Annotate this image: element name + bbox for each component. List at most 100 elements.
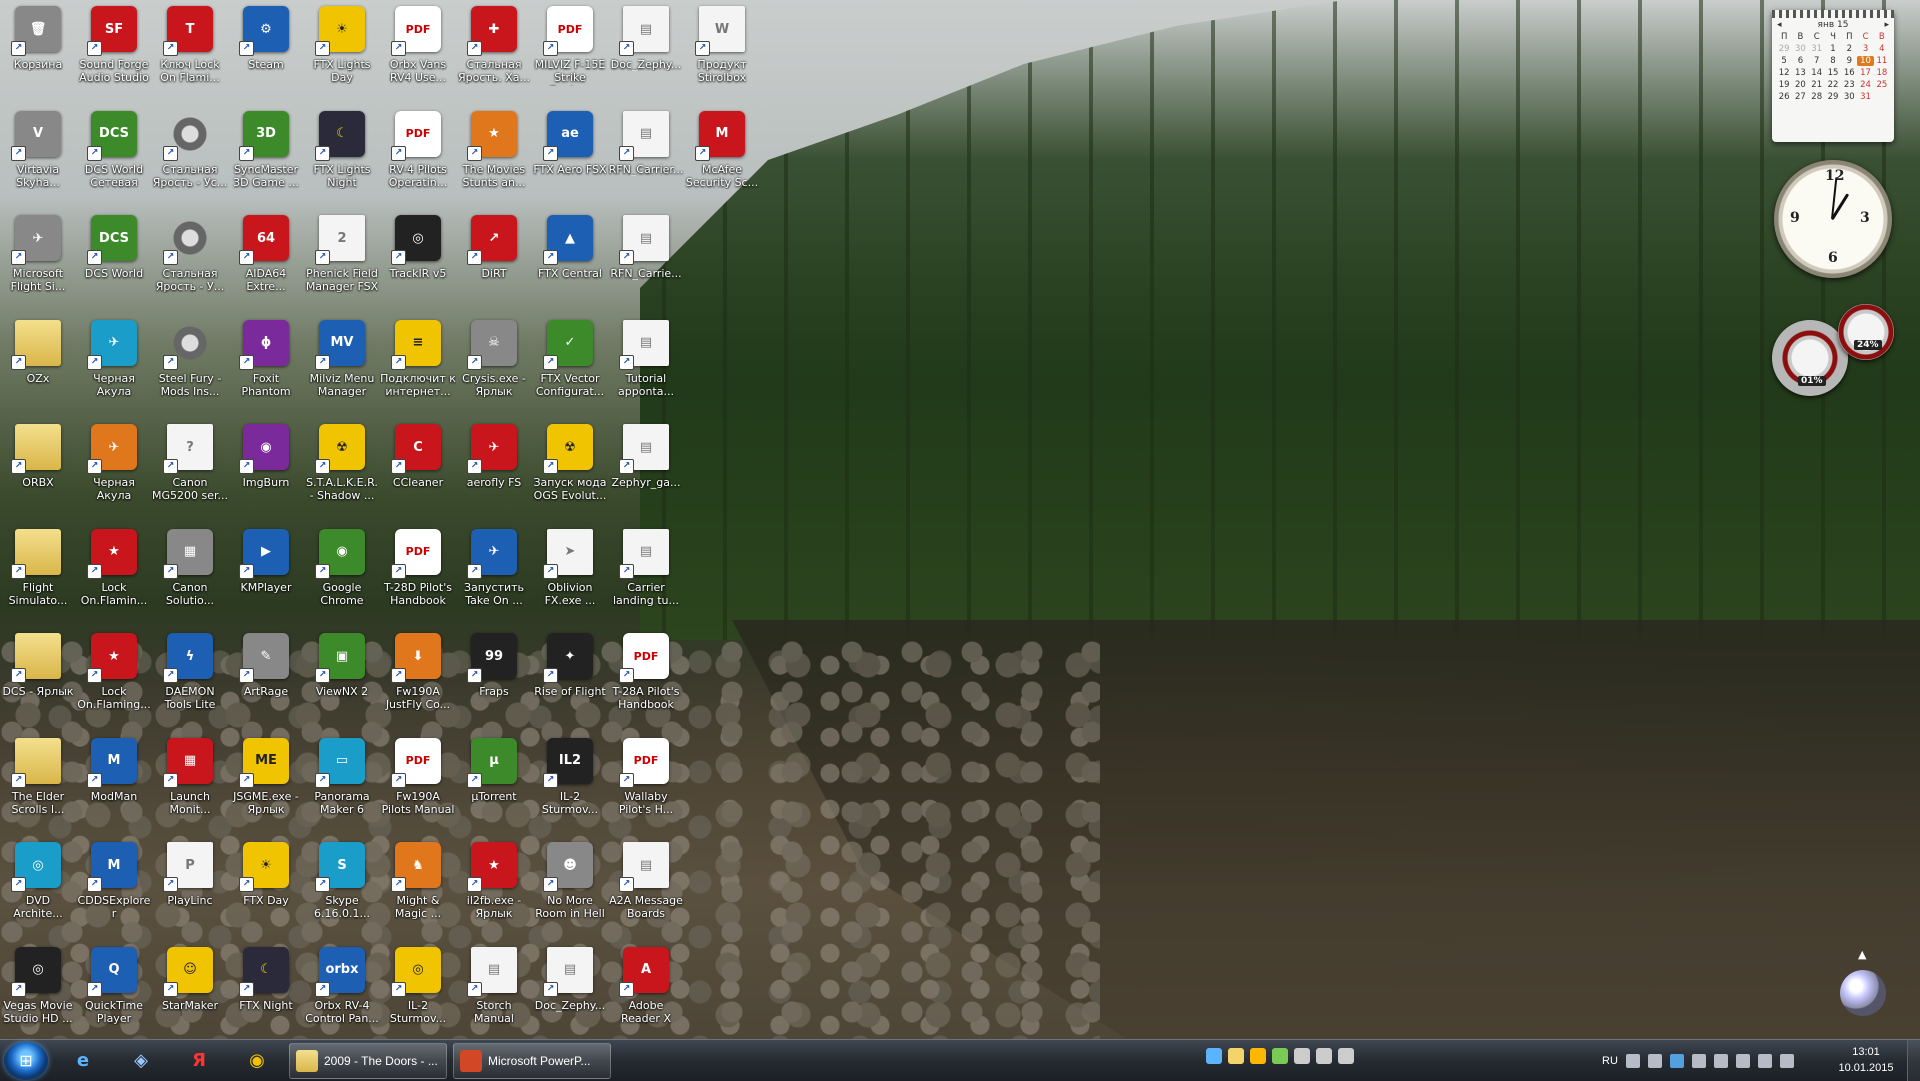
calendar-day[interactable]: 22 bbox=[1825, 80, 1841, 90]
desktop-icon[interactable]: ϕ ↗ Foxit Phantom bbox=[228, 314, 304, 414]
desktop-icon[interactable]: ↗ ORBX bbox=[0, 418, 76, 518]
desktop-icon[interactable]: ↗ Flight Simulato... bbox=[0, 523, 76, 623]
desktop-icon[interactable]: ▤ ↗ Carrier landing tu... bbox=[608, 523, 684, 623]
desktop-icon[interactable]: ☾ ↗ FTX Lights Night bbox=[304, 105, 380, 205]
calendar-day[interactable]: 25 bbox=[1874, 80, 1890, 90]
calendar-day[interactable]: 8 bbox=[1825, 56, 1841, 66]
volume-icon[interactable] bbox=[1735, 1053, 1750, 1068]
calendar-day[interactable]: 3 bbox=[1857, 44, 1873, 54]
desktop-icon[interactable]: MV ↗ Milviz Menu Manager bbox=[304, 314, 380, 414]
desktop-icon[interactable]: ☠ ↗ Crysis.exe - Ярлык bbox=[456, 314, 532, 414]
calendar-day[interactable]: 13 bbox=[1792, 68, 1808, 78]
desktop-icon[interactable]: ◎ ↗ Vegas Movie Studio HD ... bbox=[0, 941, 76, 1041]
calendar-day[interactable]: 14 bbox=[1809, 68, 1825, 78]
tray-app-icon[interactable] bbox=[1647, 1053, 1662, 1068]
cpu-meter-gadget[interactable]: 01% 24% bbox=[1772, 300, 1896, 396]
drive-quick-icon[interactable] bbox=[1316, 1048, 1332, 1064]
desktop-icon[interactable]: ↗ Стальная Ярость - Ус... bbox=[152, 105, 228, 205]
desktop-icon[interactable]: ▤ ↗ Zephyr_ga... bbox=[608, 418, 684, 518]
desktop-icon[interactable]: ▦ ↗ Launch Monit... bbox=[152, 732, 228, 832]
desktop-icon[interactable]: DCS ↗ DCS World bbox=[76, 209, 152, 309]
calendar-day[interactable]: 15 bbox=[1825, 68, 1841, 78]
chrome-pinned-icon[interactable]: ◉ bbox=[230, 1043, 284, 1079]
desktop-icon[interactable]: P ↗ PlayLinc bbox=[152, 836, 228, 936]
desktop-icon[interactable]: PDF ↗ Orbx Vans RV4 Use... bbox=[380, 0, 456, 100]
drive-quick-icon[interactable] bbox=[1294, 1048, 1310, 1064]
desktop-icon[interactable]: ✈ ↗ aerofly FS bbox=[456, 418, 532, 518]
calendar-day[interactable]: 5 bbox=[1776, 56, 1792, 66]
desktop-icon[interactable]: V ↗ Virtavia Skyha... bbox=[0, 105, 76, 205]
clock-gadget[interactable]: 12 3 6 9 bbox=[1774, 160, 1892, 278]
calendar-day[interactable]: 31 bbox=[1809, 44, 1825, 54]
desktop-icon[interactable]: S ↗ Skype 6.16.0.1... bbox=[304, 836, 380, 936]
desktop-icon[interactable]: C ↗ CCleaner bbox=[380, 418, 456, 518]
calendar-day[interactable]: 10 bbox=[1857, 56, 1874, 66]
desktop-icon[interactable]: ⬇ ↗ Fw190A JustFly Co... bbox=[380, 627, 456, 727]
desktop-icon[interactable]: ✎ ↗ ArtRage bbox=[228, 627, 304, 727]
desktop-icon[interactable]: 64 ↗ AIDA64 Extre... bbox=[228, 209, 304, 309]
drive-quick-icon[interactable] bbox=[1338, 1048, 1354, 1064]
ie-quick-icon[interactable] bbox=[1206, 1048, 1222, 1064]
desktop-icon[interactable]: ★ ↗ The Movies Stunts an... bbox=[456, 105, 532, 205]
calendar-day[interactable]: 7 bbox=[1809, 56, 1825, 66]
yandex-icon[interactable]: Я bbox=[172, 1043, 226, 1079]
calendar-day[interactable]: 27 bbox=[1792, 92, 1808, 102]
calendar-day[interactable]: 19 bbox=[1776, 80, 1792, 90]
calendar-day[interactable]: 23 bbox=[1841, 80, 1857, 90]
desktop-icon[interactable]: W ↗ Продукт Stirolbox bbox=[684, 0, 760, 100]
desktop-icon[interactable]: PDF ↗ T-28D Pilot's Handbook bbox=[380, 523, 456, 623]
desktop-icon[interactable]: ⚙ ↗ Steam bbox=[228, 0, 304, 100]
desktop-icon[interactable]: ✚ ↗ Стальная Ярость. Ха... bbox=[456, 0, 532, 100]
desktop-icon[interactable]: ☺ ↗ StarMaker bbox=[152, 941, 228, 1041]
desktop-icon[interactable]: ◎ ↗ IL-2 Sturmov... bbox=[380, 941, 456, 1041]
desktop-icon[interactable]: PDF ↗ Fw190A Pilots Manual bbox=[380, 732, 456, 832]
desktop-icon[interactable]: ✈ ↗ Черная Акула bbox=[76, 418, 152, 518]
calendar-day[interactable]: 26 bbox=[1776, 92, 1792, 102]
calendar-day[interactable]: 9 bbox=[1841, 56, 1857, 66]
tray-app-icon[interactable] bbox=[1691, 1053, 1706, 1068]
desktop-icon[interactable]: ☀ ↗ FTX Lights Day bbox=[304, 0, 380, 100]
tray-app-icon[interactable] bbox=[1713, 1053, 1728, 1068]
desktop-icon[interactable]: 2 ↗ Phenick Field Manager FSX bbox=[304, 209, 380, 309]
desktop-icon[interactable]: PDF↗MILVIZ F-15E Strike Eagle... bbox=[532, 0, 608, 100]
desktop-icon[interactable]: ▤ ↗ A2A Message Boards bbox=[608, 836, 684, 936]
desktop-icon[interactable]: 🗑 ↗ Корзина bbox=[0, 0, 76, 100]
desktop-icon[interactable]: IL2 ↗ IL-2 Sturmov... bbox=[532, 732, 608, 832]
desktop-icon[interactable]: ↗ The Elder Scrolls I... bbox=[0, 732, 76, 832]
tray-expand-icon[interactable]: ▲ bbox=[1858, 948, 1866, 961]
calendar-day[interactable]: 11 bbox=[1874, 56, 1890, 66]
task-folder[interactable]: 2009 - The Doors - ... bbox=[289, 1042, 447, 1079]
desktop-icon[interactable]: 3D ↗ SyncMaster 3D Game ... bbox=[228, 105, 304, 205]
calendar-day[interactable]: 30 bbox=[1841, 92, 1857, 102]
desktop-icon[interactable]: ◉ ↗ ImgBurn bbox=[228, 418, 304, 518]
calendar-day[interactable]: 29 bbox=[1776, 44, 1792, 54]
desktop-icon[interactable]: ▤ ↗ RFN_Carrie... bbox=[608, 209, 684, 309]
desktop-icon[interactable]: ▤ ↗ Storch Manual bbox=[456, 941, 532, 1041]
calendar-day[interactable]: 21 bbox=[1809, 80, 1825, 90]
desktop-icon[interactable]: ↗ Steel Fury - Mods Ins... bbox=[152, 314, 228, 414]
calendar-day[interactable]: 6 bbox=[1792, 56, 1808, 66]
desktop-icon[interactable]: ◎ ↗ TrackIR v5 bbox=[380, 209, 456, 309]
desktop-icon[interactable]: ☢ ↗ S.T.A.L.K.E.R. - Shadow ... bbox=[304, 418, 380, 518]
desktop-icon[interactable]: ↗ Стальная Ярость - У... bbox=[152, 209, 228, 309]
desktop-icon[interactable]: ▤ ↗ RFN_Carrier... bbox=[608, 105, 684, 205]
calendar-day[interactable]: 12 bbox=[1776, 68, 1792, 78]
calendar-day[interactable]: 16 bbox=[1841, 68, 1857, 78]
desktop-icon[interactable]: Q ↗ QuickTime Player bbox=[76, 941, 152, 1041]
desktop-icon[interactable]: ✦ ↗ Rise of Flight bbox=[532, 627, 608, 727]
calendar-day[interactable]: 29 bbox=[1825, 92, 1841, 102]
calendar-next-icon[interactable]: ▸ bbox=[1884, 20, 1889, 30]
desktop-icon[interactable]: ≡ ↗ Подключит к интернет... bbox=[380, 314, 456, 414]
desktop-icon[interactable]: ▣ ↗ ViewNX 2 bbox=[304, 627, 380, 727]
desktop-icon[interactable]: orbx ↗ Orbx RV-4 Control Pan... bbox=[304, 941, 380, 1041]
desktop-icon[interactable]: ME ↗ JSGME.exe - Ярлык bbox=[228, 732, 304, 832]
calendar-day[interactable]: 18 bbox=[1874, 68, 1890, 78]
calendar-day[interactable]: 28 bbox=[1809, 92, 1825, 102]
app-quick-icon[interactable] bbox=[1272, 1048, 1288, 1064]
desktop-icon[interactable]: ? ↗ Canon MG5200 ser... bbox=[152, 418, 228, 518]
desktop-icon[interactable]: ✓ ↗ FTX Vector Configurat... bbox=[532, 314, 608, 414]
calendar-day[interactable] bbox=[1874, 92, 1890, 102]
desktop-icon[interactable]: ✈ ↗ Черная Акула bbox=[76, 314, 152, 414]
desktop-icon[interactable]: PDF ↗ RV-4 Pilots Operatin... bbox=[380, 105, 456, 205]
desktop-icon[interactable]: M ↗ CDDSExplorer bbox=[76, 836, 152, 936]
